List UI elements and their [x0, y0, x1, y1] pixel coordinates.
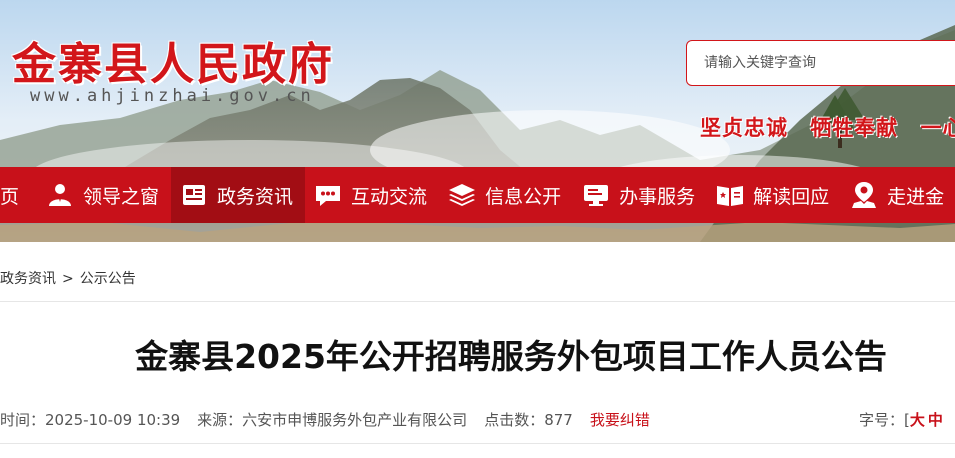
- slogan-2: 牺牲奉献: [810, 115, 899, 140]
- divider: [0, 301, 955, 302]
- nav-item-leaders[interactable]: 领导之窗: [37, 167, 171, 223]
- nav-item-label: 页: [0, 185, 20, 208]
- site-title[interactable]: 金寨县人民政府: [12, 28, 334, 92]
- breadcrumb: 政务资讯 > 公示公告: [0, 268, 136, 288]
- header-banner: 金寨县人民政府 www.ahjinzhai.gov.cn 坚贞忠诚 牺牲奉献 一…: [0, 0, 955, 242]
- font-size-medium-button[interactable]: 中: [928, 411, 943, 429]
- nav-item-interaction[interactable]: 互动交流: [305, 167, 439, 223]
- font-size-large-button[interactable]: 大: [910, 411, 925, 429]
- leader-icon: [45, 180, 75, 210]
- nav-item-label: 政务资讯: [217, 185, 294, 208]
- nav-item-label: 互动交流: [351, 185, 428, 208]
- article-title: 金寨县2025年公开招聘服务外包项目工作人员公告: [135, 337, 887, 376]
- nav-item-interpretation[interactable]: 解读回应: [707, 167, 841, 223]
- article-meta: 时间：2025-10-09 10:39 来源：六安市申博服务外包产业有限公司 点击数…: [0, 409, 667, 430]
- news-icon: [179, 180, 209, 210]
- nav-item-label: 走进金: [887, 185, 945, 208]
- nav-item-news[interactable]: 政务资讯: [171, 167, 306, 223]
- nav-item-label: 信息公开: [485, 185, 562, 208]
- view-count: 点击数：877: [484, 411, 573, 429]
- breadcrumb-separator: >: [62, 271, 74, 287]
- nav-item-label: 办事服务: [619, 185, 696, 208]
- divider: [0, 443, 955, 444]
- publish-time: 时间：2025-10-09 10:39: [0, 411, 181, 429]
- article-source: 来源：六安市申博服务外包产业有限公司: [197, 411, 468, 429]
- document-icon: [715, 180, 745, 210]
- report-error-link[interactable]: 我要纠错: [590, 411, 650, 429]
- main-nav: 页 领导之窗 政务资讯 互动交流 信息公开 办事服务 解读回应 走进金: [0, 167, 955, 223]
- nav-item-label: 领导之窗: [83, 185, 160, 208]
- slogan-1: 坚贞忠诚: [700, 115, 788, 140]
- font-size-switcher: 字号：[大 中: [859, 409, 943, 430]
- search-box: [686, 40, 955, 86]
- nav-item-services[interactable]: 办事服务: [573, 167, 707, 223]
- font-size-label: 字号：: [859, 411, 905, 429]
- breadcrumb-link-news[interactable]: 政务资讯: [0, 271, 56, 287]
- breadcrumb-link-notices[interactable]: 公示公告: [80, 271, 136, 287]
- nav-item-disclosure[interactable]: 信息公开: [439, 167, 573, 223]
- nav-item-visit[interactable]: 走进金: [841, 167, 955, 223]
- monitor-icon: [581, 180, 611, 210]
- site-url: www.ahjinzhai.gov.cn: [30, 86, 315, 106]
- slogan-3: 一心: [920, 115, 955, 140]
- location-icon: [849, 180, 879, 210]
- search-input[interactable]: [687, 41, 947, 85]
- slogan: 坚贞忠诚 牺牲奉献 一心: [700, 112, 955, 142]
- layers-icon: [447, 180, 477, 210]
- nav-item-label: 解读回应: [753, 185, 830, 208]
- chat-icon: [313, 180, 343, 210]
- nav-item-home[interactable]: 页: [0, 167, 37, 223]
